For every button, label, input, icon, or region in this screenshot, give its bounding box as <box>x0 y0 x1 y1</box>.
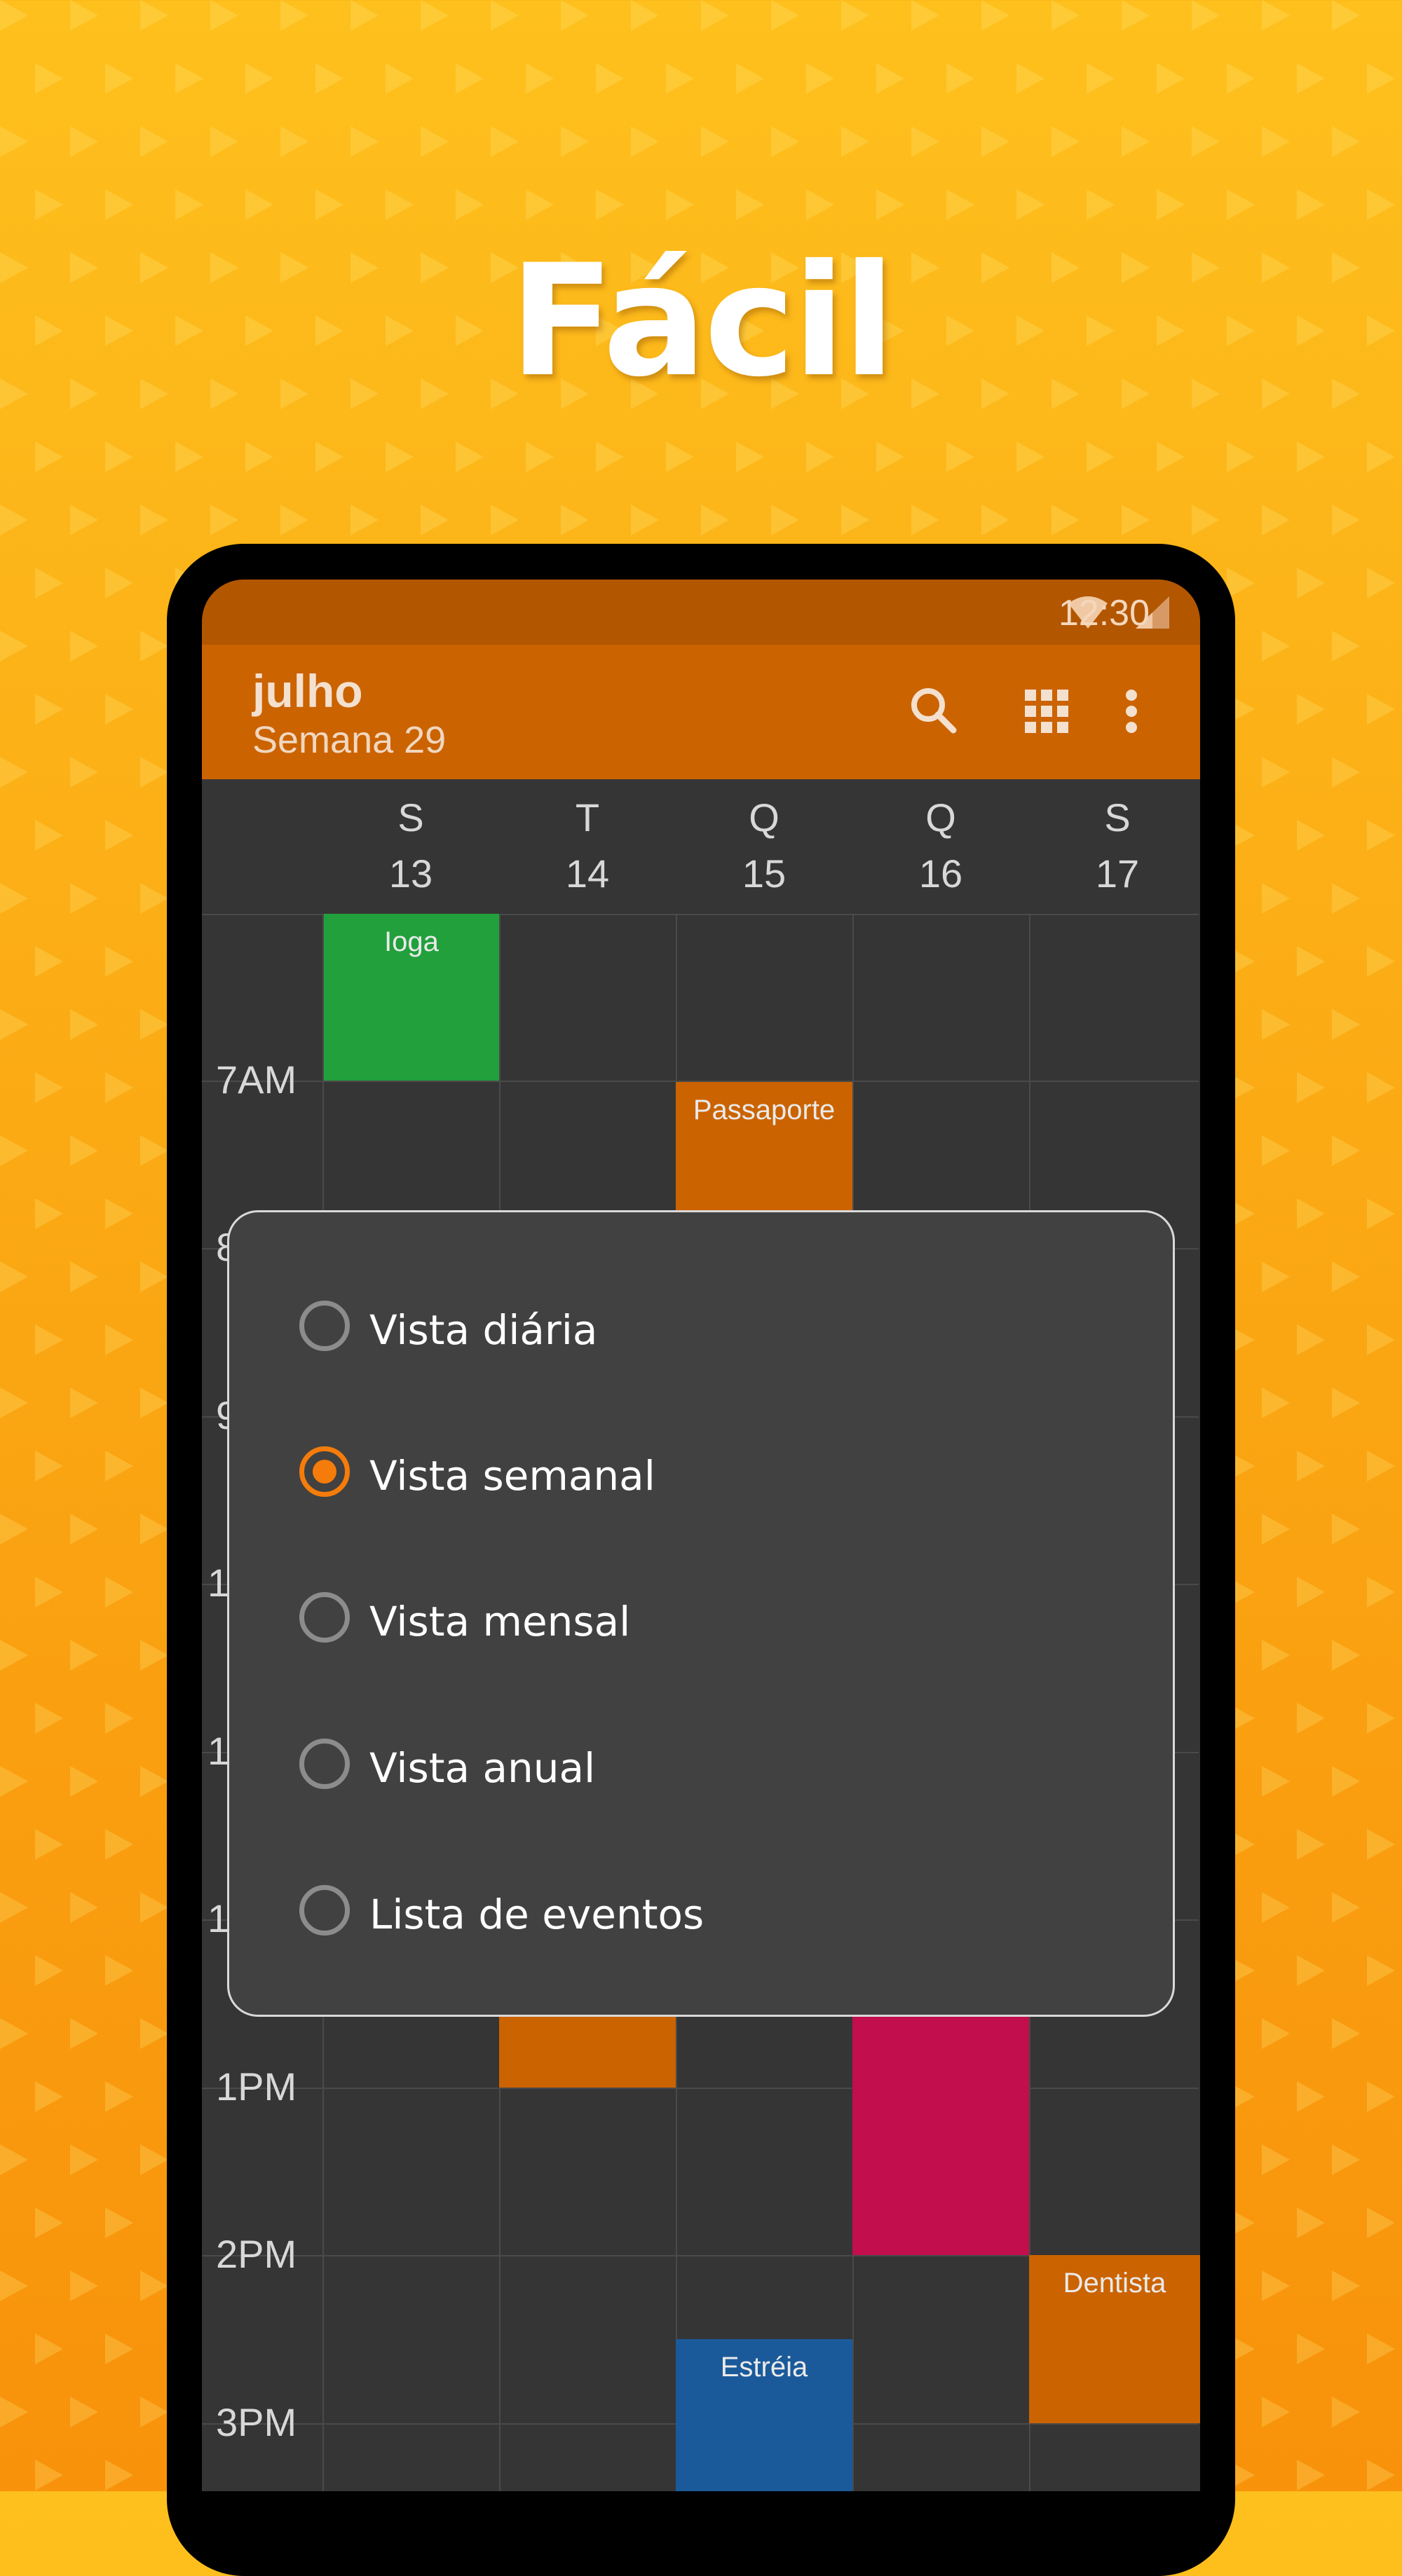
day-number: 16 <box>918 851 963 896</box>
day-letter: Q <box>749 795 780 840</box>
event-title: Dentista <box>1063 2268 1166 2298</box>
headline: Fácil <box>509 231 895 411</box>
radio-button[interactable] <box>299 1739 350 1789</box>
grid-apps-icon[interactable] <box>1015 680 1078 743</box>
event-passaporte[interactable]: Passaporte <box>676 1082 852 1215</box>
event-ioga[interactable]: Ioga <box>324 914 499 1081</box>
time-label: 1 <box>207 1561 230 1605</box>
radio-button[interactable] <box>299 1885 350 1936</box>
option-yearly-view[interactable]: Vista anual <box>229 1712 1173 1817</box>
time-label: 3PM <box>216 2400 297 2444</box>
day-number: 14 <box>565 851 610 896</box>
day-header-mon[interactable]: S 13 <box>322 779 499 914</box>
status-time: 12:30 <box>1058 593 1150 633</box>
month-title: julho <box>252 665 363 717</box>
day-header-wed[interactable]: Q 15 <box>676 779 852 914</box>
option-label: Vista mensal <box>369 1598 631 1645</box>
option-monthly-view[interactable]: Vista mensal <box>229 1566 1173 1671</box>
search-icon[interactable] <box>903 680 966 743</box>
day-letter: Q <box>925 795 956 840</box>
time-label: 1 <box>207 1896 230 1940</box>
option-label: Lista de eventos <box>369 1891 705 1938</box>
event-title: Ioga <box>384 926 439 957</box>
option-event-list[interactable]: Lista de eventos <box>229 1858 1173 1964</box>
day-letter: T <box>575 795 600 840</box>
app-bar: julho Semana 29 <box>202 645 1200 779</box>
radio-button-selected[interactable] <box>299 1446 350 1497</box>
week-subtitle: Semana 29 <box>252 719 447 761</box>
option-label: Vista semanal <box>369 1452 655 1500</box>
option-label: Vista anual <box>369 1744 596 1792</box>
day-number: 13 <box>388 851 433 896</box>
day-header-fri[interactable]: S 17 <box>1029 779 1200 914</box>
event-estreia[interactable]: Estréia <box>676 2339 852 2491</box>
option-weekly-view[interactable]: Vista semanal <box>229 1420 1173 1525</box>
hour-line <box>202 2088 1200 2089</box>
event-title: Estréia <box>720 2352 808 2383</box>
event-dentista[interactable]: Dentista <box>1029 2255 1200 2423</box>
day-header-tue[interactable]: T 14 <box>499 779 676 914</box>
time-label: 7AM <box>216 1057 297 1102</box>
day-letter: S <box>397 795 424 840</box>
time-label: 1PM <box>216 2064 297 2109</box>
more-vert-icon[interactable] <box>1110 680 1152 743</box>
radio-button[interactable] <box>299 1592 350 1643</box>
event-thursday-block[interactable] <box>852 2007 1029 2255</box>
option-label: Vista diária <box>369 1306 598 1354</box>
day-letter: S <box>1104 795 1131 840</box>
time-label: 1 <box>207 1729 230 1773</box>
view-selector-dialog: Vista diária Vista semanal Vista mensal … <box>227 1210 1175 2017</box>
day-number: 17 <box>1095 851 1140 896</box>
time-label: 2PM <box>216 2232 297 2276</box>
status-bar: 12:30 <box>202 580 1200 645</box>
event-title: Passaporte <box>693 1095 836 1125</box>
day-number: 15 <box>742 851 787 896</box>
option-daily-view[interactable]: Vista diária <box>229 1274 1173 1379</box>
radio-button[interactable] <box>299 1301 350 1351</box>
day-header-thu[interactable]: Q 16 <box>852 779 1029 914</box>
event-tuesday-block[interactable] <box>499 2007 676 2088</box>
week-day-header: S 13 T 14 Q 15 Q 16 S 17 <box>202 779 1200 915</box>
